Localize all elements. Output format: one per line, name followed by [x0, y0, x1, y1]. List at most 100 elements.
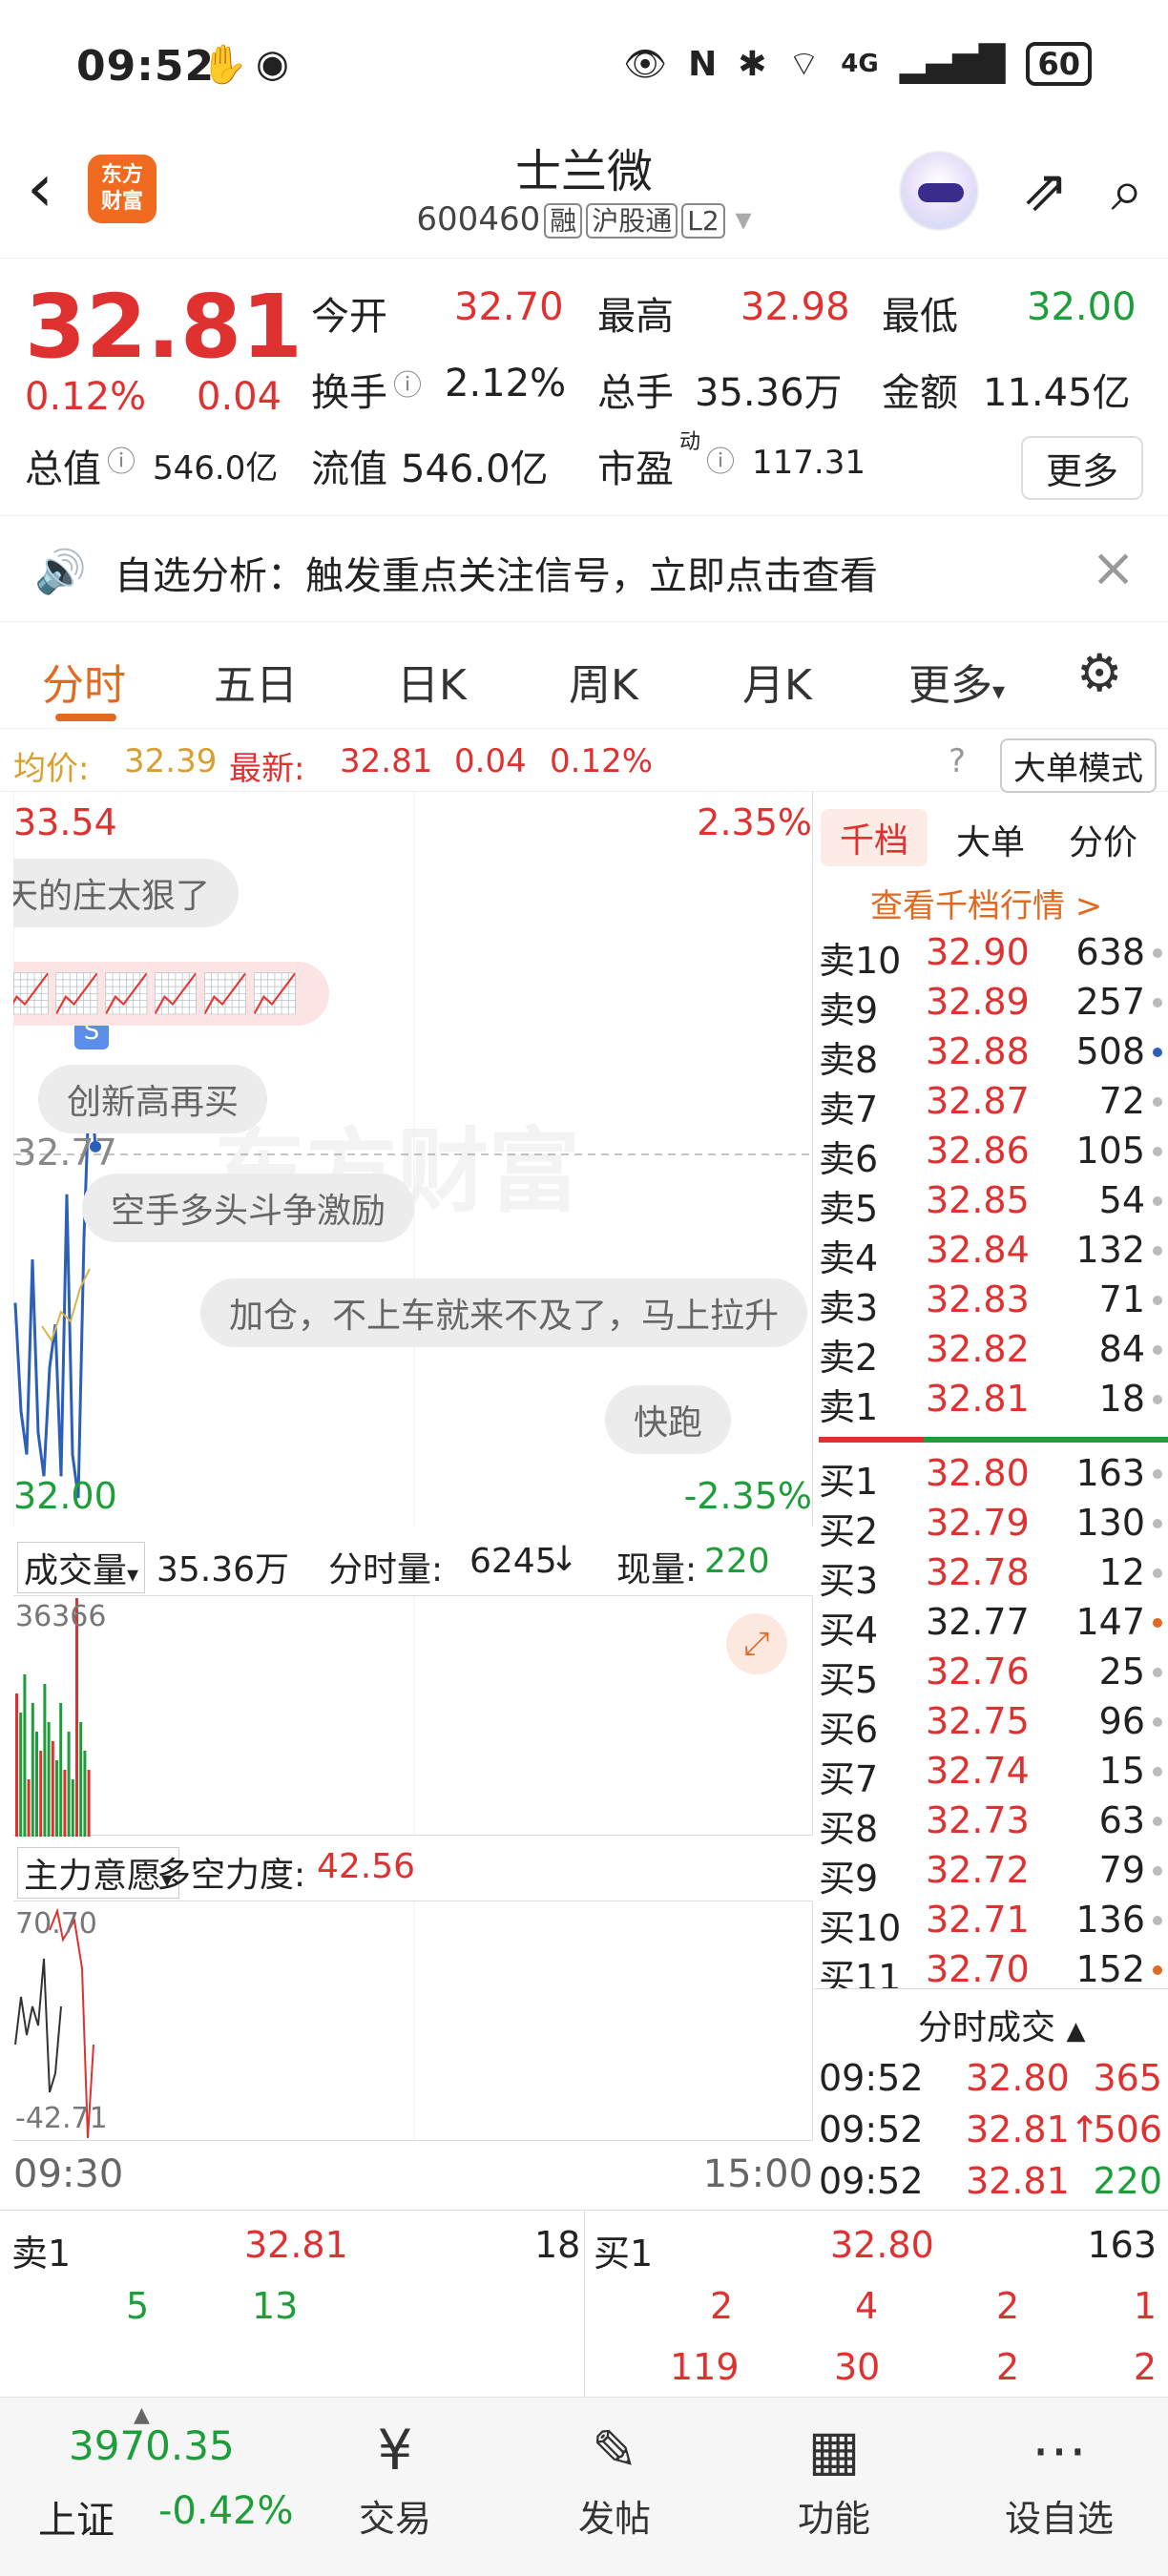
volume-bar — [59, 1703, 63, 1837]
help-icon[interactable]: ? — [949, 742, 966, 780]
bottom-quote: 卖1 32.81 18 买1 32.80 163 5 13 2 4 2 1 11… — [0, 2210, 1168, 2401]
trade-price: 32.80 — [966, 2057, 1070, 2099]
bq-bid-queue: 4 — [855, 2285, 879, 2327]
eye-icon: 👁 — [623, 45, 668, 84]
nav-trade[interactable]: ¥ 交易 — [319, 2417, 471, 2542]
nav-add-watchlist[interactable]: ⋯ 设自选 — [983, 2417, 1136, 2542]
bid-row[interactable]: 买1 32.80 163 — [819, 1452, 1162, 1503]
time-sales-title-label: 分时成交 — [918, 2008, 1056, 2047]
volume-bar — [15, 1693, 18, 1837]
close-icon[interactable]: × — [1091, 537, 1136, 599]
caret-down-icon: ▾ — [992, 677, 1006, 706]
expand-icon[interactable]: ⤢ — [726, 1613, 787, 1674]
bid-row[interactable]: 买9 32.72 79 — [819, 1849, 1162, 1900]
volume-bar — [43, 1684, 47, 1837]
low-value: 32.00 — [1027, 285, 1137, 329]
bid-row[interactable]: 买3 32.78 12 — [819, 1551, 1162, 1602]
status-dot — [1153, 1817, 1162, 1826]
bid-price: 32.78 — [926, 1551, 1030, 1593]
bid-price: 32.70 — [926, 1948, 1030, 1988]
comment-bubble[interactable]: 空手多头斗争激励 — [82, 1174, 415, 1242]
bid-price: 32.79 — [926, 1502, 1030, 1544]
gear-icon[interactable]: ⚙ — [1076, 643, 1122, 703]
tab-weekly-k[interactable]: 周K — [569, 651, 638, 712]
bq-bid-vol: 163 — [1087, 2224, 1157, 2266]
header: ‹ 东方 财富 士兰微 600460 融沪股通 L2 ▾ ⇗ ⌕ — [0, 134, 1168, 258]
moneyflow-selector-label: 主力意愿 — [24, 1857, 162, 1896]
tab-more[interactable]: 更多▾ — [908, 651, 1005, 712]
nav-post-label: 发帖 — [577, 2498, 651, 2540]
bid-volume: 79 — [1098, 1849, 1145, 1891]
bid-price: 32.74 — [926, 1750, 1030, 1792]
comment-bubble[interactable]: 创新高再买 — [38, 1065, 268, 1133]
bid-row[interactable]: 买6 32.75 96 — [819, 1700, 1162, 1751]
volume-bar — [67, 1732, 71, 1837]
volume-bar — [27, 1779, 31, 1837]
moneyflow-chart[interactable]: 70.70 -42.71 — [13, 1901, 813, 2142]
notice-bar[interactable]: 🔊 自选分析：触发重点关注信号，立即点击查看 × — [0, 515, 1168, 622]
bq-bid-price: 32.80 — [830, 2224, 934, 2266]
avg-value: 32.39 — [124, 742, 218, 780]
big-order-mode-button[interactable]: 大单模式 — [1000, 738, 1157, 793]
latest-value: 32.81 — [340, 742, 433, 780]
tab-five-day[interactable]: 五日 — [214, 651, 298, 712]
nav-trade-label: 交易 — [358, 2498, 431, 2540]
time-sales-title[interactable]: 分时成交 ▲ — [918, 2000, 1085, 2049]
current-price: 32.81 — [25, 276, 303, 378]
tab-monthly-k[interactable]: 月K — [742, 651, 812, 712]
time-end: 15:00 — [702, 2152, 813, 2196]
nav-features[interactable]: ▦ 功能 — [758, 2417, 910, 2542]
nav-post[interactable]: ✎ 发帖 — [538, 2417, 691, 2542]
bid-volume: 130 — [1075, 1502, 1145, 1544]
volume-bar — [75, 1598, 78, 1837]
trade-volume: 506 — [1093, 2109, 1162, 2150]
latest-label: 最新: — [229, 750, 305, 788]
volume-bar — [47, 1722, 51, 1837]
tab-intraday[interactable]: 分时 — [42, 651, 126, 712]
share-icon[interactable]: ⇗ — [1021, 162, 1069, 219]
pe-superscript: 动 — [679, 430, 701, 454]
axis-top-price: 33.54 — [13, 801, 117, 843]
comment-bubble[interactable]: 快跑 — [605, 1385, 732, 1454]
strength-label: 多空力度: — [156, 1856, 306, 1895]
bid-volume: 12 — [1098, 1551, 1145, 1593]
caret-down-icon: ▾ — [127, 1561, 139, 1588]
comment-bubble[interactable]: 加仓，不上车就来不及了，马上拉升 — [200, 1278, 808, 1347]
nav-features-label: 功能 — [797, 2498, 870, 2540]
moneyflow-selector[interactable]: 主力意愿▾ — [17, 1847, 180, 1899]
info-icon[interactable]: ⓘ — [706, 438, 735, 480]
bid-row[interactable]: 买2 32.79 130 — [819, 1502, 1162, 1552]
float-value: 546.0亿 — [401, 447, 549, 491]
bid-row[interactable]: 买7 32.74 15 — [819, 1750, 1162, 1800]
bid-level-label: 买4 — [819, 1610, 879, 1652]
bid-volume: 163 — [1075, 1452, 1145, 1494]
quote-panel: 32.81 0.12% 0.04 今开 32.70 最高 32.98 最低 32… — [0, 258, 1168, 515]
bq-bid-queue: 1 — [1133, 2285, 1157, 2327]
intraday-chart[interactable]: 东方财富 33.54 2.35% 32.77 32.00 -2.35% S 天的… — [13, 792, 813, 1527]
change-percent: 0.12% — [25, 375, 147, 419]
notice-text[interactable]: 自选分析：触发重点关注信号，立即点击查看 — [115, 545, 878, 600]
rocket-bubble[interactable]: 📈📈📈📈📈📈 — [13, 962, 329, 1026]
trade-row: 09:52 32.81 220 — [819, 2160, 1168, 2208]
more-button[interactable]: 更多 — [1020, 436, 1143, 500]
volume-selector[interactable]: 成交量▾ — [17, 1542, 146, 1593]
volume-bar — [31, 1703, 34, 1837]
bid-row[interactable]: 买11 32.70 152 — [819, 1948, 1162, 1988]
network-label: 4G — [841, 50, 879, 78]
volume-chart[interactable]: 36366 ⤢ — [13, 1595, 813, 1837]
tab-more-label: 更多 — [908, 661, 992, 710]
comment-bubble[interactable]: 天的庄太狠了 — [13, 859, 240, 927]
bq-bid-queue: 2 — [710, 2285, 734, 2327]
bid-row[interactable]: 买8 32.73 63 — [819, 1799, 1162, 1850]
bid-row[interactable]: 买5 32.76 25 — [819, 1651, 1162, 1701]
info-icon[interactable]: ⓘ — [393, 362, 422, 404]
info-icon[interactable]: ⓘ — [107, 438, 136, 480]
search-icon[interactable]: ⌕ — [1111, 162, 1143, 219]
status-dot — [1153, 1568, 1162, 1578]
assistant-robot-icon[interactable] — [899, 151, 980, 231]
bid-level-label: 买2 — [819, 1510, 879, 1552]
bid-row[interactable]: 买10 32.71 136 — [819, 1899, 1162, 1949]
tick-volume-value: 6245 — [469, 1542, 557, 1581]
bid-row[interactable]: 买4 32.77 147 — [819, 1601, 1162, 1652]
tab-daily-k[interactable]: 日K — [397, 651, 467, 712]
